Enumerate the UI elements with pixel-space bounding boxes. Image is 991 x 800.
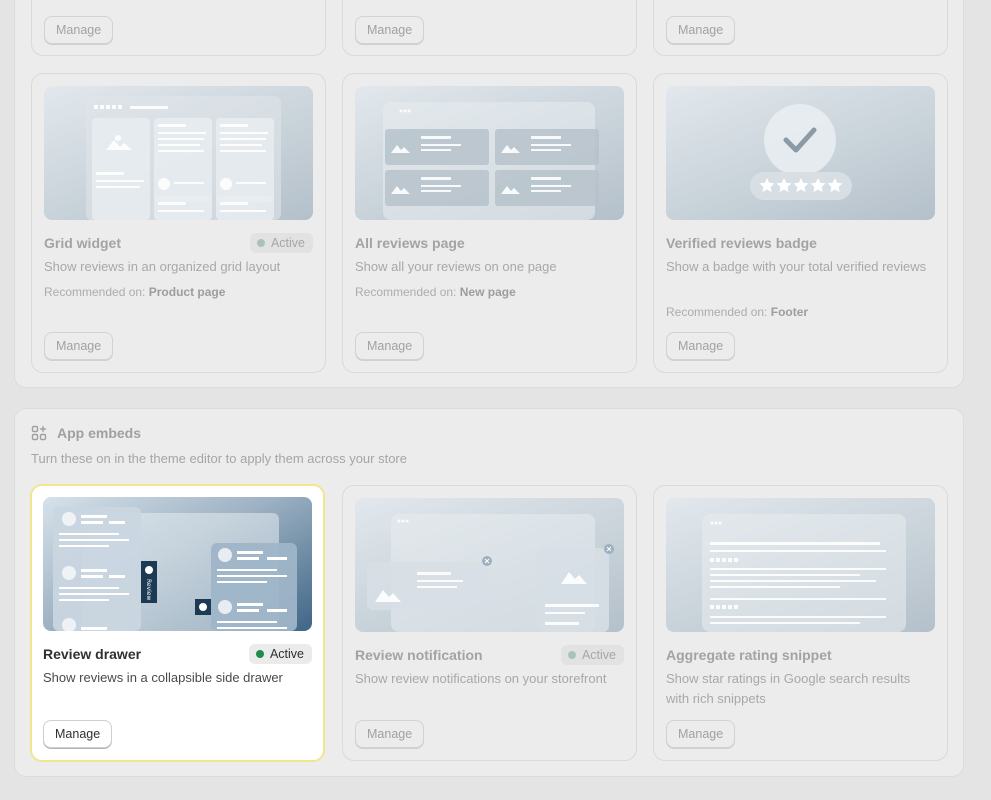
recommended-value: Footer [770,305,809,319]
status-badge-label: Active [581,648,616,662]
all-reviews-preview [355,86,624,220]
drawer-tab-label: Review [145,579,152,601]
card-description: Show all your reviews on one page [355,259,557,274]
app-embeds-title: App embeds [57,425,142,441]
app-embeds-subtitle: Turn these on in the theme editor to app… [31,451,407,466]
status-badge: Active [249,233,313,253]
block-card-all-reviews-page: All reviews page Show all your reviews o… [342,73,637,373]
recommended-label: Recommended on: [666,305,768,319]
card-description: Show reviews in a collapsible side drawe… [43,670,283,685]
recommended-label: Recommended on: [44,285,146,299]
card-title: Review notification [355,647,483,663]
status-dot-icon [567,651,576,659]
status-badge: Active [248,644,312,664]
manage-button[interactable]: Manage [666,16,736,44]
manage-button[interactable]: Manage [44,16,114,44]
status-badge: Active [560,645,624,665]
recommended-value: Product page [148,285,226,299]
block-card-row1-2: Manage [342,0,637,56]
manage-button[interactable]: Manage [355,332,425,360]
aggregate-rating-preview [666,498,935,632]
card-description: Show star ratings in Google search resul… [666,671,911,706]
manage-button[interactable]: Manage [666,332,736,360]
app-embeds-section: App embeds Turn these on in the theme ed… [14,408,964,777]
block-card-verified-badge: Verified reviews badge Show a badge with… [653,73,948,373]
manage-button[interactable]: Manage [355,16,425,44]
status-badge-label: Active [270,236,305,250]
review-drawer-preview: Review [43,497,312,631]
recommended-on: Recommended on: Footer [666,305,808,319]
card-title: All reviews page [355,235,465,251]
recommended-on: Recommended on: New page [355,285,516,299]
recommended-label: Recommended on: [355,285,457,299]
card-description: Show review notifications on your storef… [355,671,607,686]
block-card-grid-widget: Grid widget Active Show reviews in an or… [31,73,326,373]
card-title: Review drawer [43,646,142,662]
card-description: Show reviews in an organized grid layout [44,259,281,274]
manage-button[interactable]: Manage [355,720,425,748]
card-title: Verified reviews badge [666,235,817,251]
card-title: Aggregate rating snippet [666,647,832,663]
manage-button[interactable]: Manage [44,332,114,360]
recommended-on: Recommended on: Product page [44,285,225,299]
embed-card-review-drawer[interactable]: Review Review drawer Active Show reviews… [30,484,325,762]
block-card-row1-3: Manage [653,0,948,56]
verified-badge-preview [666,86,935,220]
embed-card-review-notification[interactable]: Review notification Active Show review n… [342,485,637,761]
manage-button[interactable]: Manage [43,720,113,748]
card-description: Show a badge with your total verified re… [666,259,927,274]
status-dot-icon [255,650,264,658]
grid-widget-preview [44,86,313,220]
recommended-value: New page [459,285,516,299]
app-embeds-heading: App embeds [31,425,141,441]
apps-add-icon [31,425,47,441]
review-notification-preview [355,498,624,632]
status-badge-label: Active [269,647,304,661]
block-card-row1-1: Manage [31,0,326,56]
manage-button[interactable]: Manage [666,720,736,748]
status-dot-icon [256,239,265,247]
theme-blocks-section: Manage Manage Manage Grid widget Active … [14,0,964,388]
embed-card-aggregate-rating[interactable]: Aggregate rating snippet Show star ratin… [653,485,948,761]
card-title: Grid widget [44,235,121,251]
